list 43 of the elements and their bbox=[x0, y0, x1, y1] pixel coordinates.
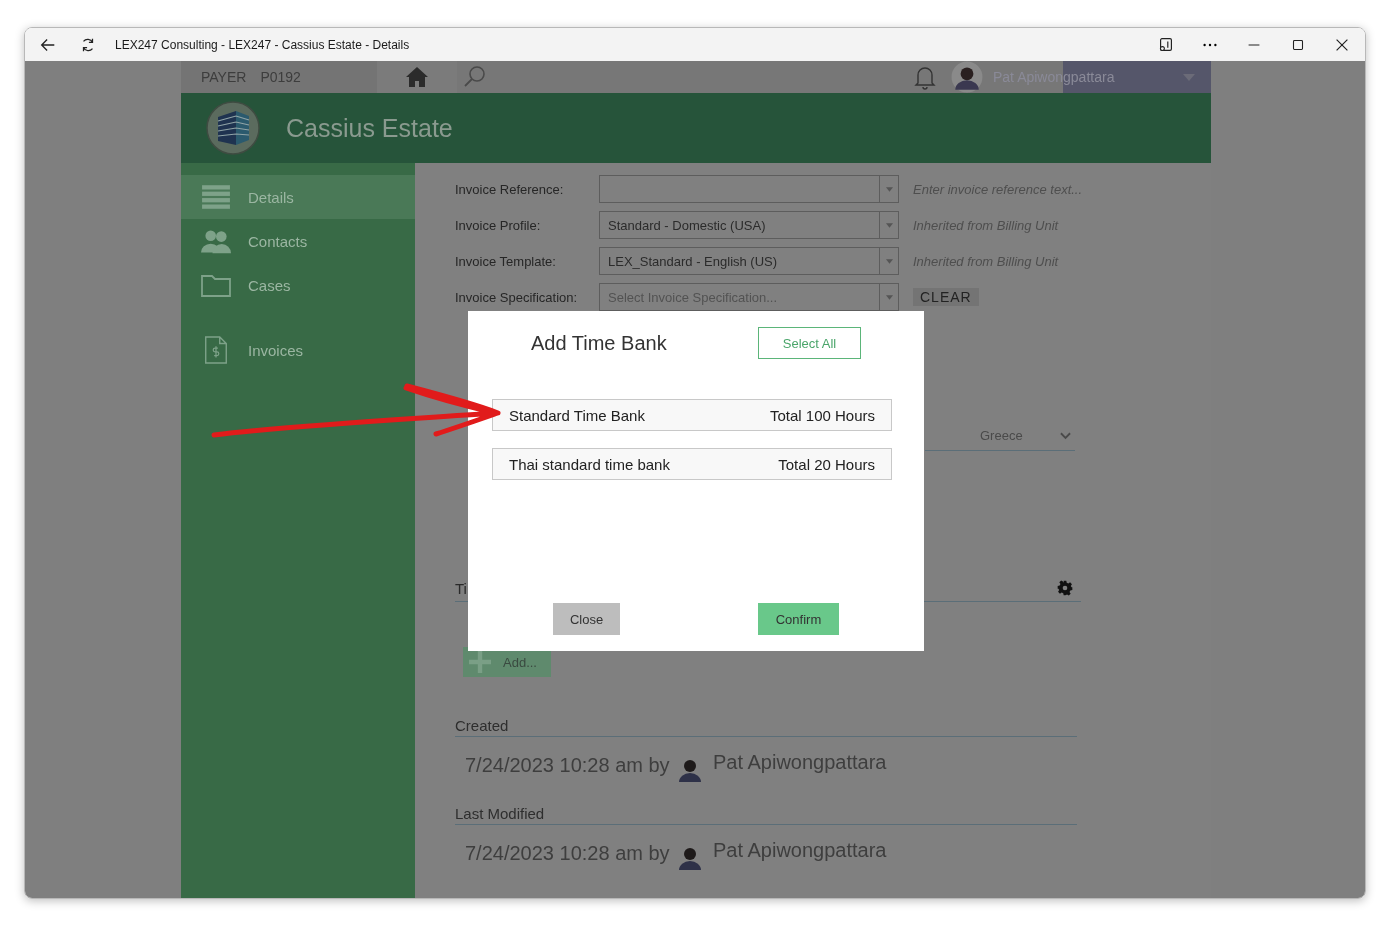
audit-heading: Created bbox=[455, 717, 1077, 737]
select-all-button[interactable]: Select All bbox=[758, 327, 861, 359]
estate-title: Cassius Estate bbox=[286, 113, 453, 143]
plus-icon bbox=[469, 651, 491, 673]
chevron-icon bbox=[1060, 431, 1071, 440]
dropdown-field[interactable]: Standard - Domestic (USA) bbox=[599, 211, 899, 239]
sidebar-item[interactable]: Contacts bbox=[181, 219, 415, 263]
timestamp: 7/24/2023 10:28 am by bbox=[465, 753, 671, 777]
caret-icon bbox=[885, 186, 893, 192]
payer-label: PAYER bbox=[201, 69, 247, 85]
notification-bell-icon[interactable] bbox=[913, 64, 937, 90]
field-label: Invoice Specification: bbox=[455, 289, 579, 305]
user-name: Pat Apiwongpattara bbox=[713, 838, 887, 862]
settings-icon[interactable] bbox=[1057, 580, 1073, 596]
home-icon bbox=[405, 66, 429, 88]
user-name: Pat Apiwongpattara bbox=[713, 750, 887, 774]
time-bank-item[interactable]: Thai standard time bank Total 20 Hours bbox=[492, 448, 892, 480]
field-label: Invoice Reference: bbox=[455, 181, 565, 197]
people-icon bbox=[201, 227, 231, 255]
app-view-icon[interactable] bbox=[1157, 35, 1175, 54]
field-label: Invoice Template: bbox=[455, 253, 557, 269]
window-title: LEX247 Consulting - LEX247 - Cassius Estate - Details bbox=[115, 37, 410, 52]
clear-button[interactable]: CLEAR bbox=[913, 288, 979, 306]
avatar-icon bbox=[951, 61, 983, 93]
timestamp: 7/24/2023 10:28 am by bbox=[465, 841, 671, 865]
sidebar-item[interactable]: Invoices bbox=[181, 328, 415, 372]
close-button[interactable]: Close bbox=[553, 603, 620, 635]
confirm-button[interactable]: Confirm bbox=[758, 603, 839, 635]
dropdown-field[interactable]: LEX_Standard - English (US) bbox=[599, 247, 899, 275]
sidebar-item[interactable]: Details bbox=[181, 175, 415, 219]
payer-id: P0192 bbox=[260, 69, 301, 85]
sidebar-item[interactable]: Cases bbox=[181, 263, 415, 307]
caret-icon bbox=[885, 258, 893, 264]
time-bank-item[interactable]: Standard Time Bank Total 100 Hours bbox=[492, 399, 892, 431]
home-button[interactable] bbox=[377, 61, 457, 93]
caret-icon bbox=[885, 222, 893, 228]
caret-icon bbox=[885, 294, 893, 300]
section-title: Ti bbox=[455, 579, 467, 597]
list-icon bbox=[201, 183, 231, 211]
dialog-title: Add Time Bank bbox=[531, 331, 667, 355]
field-label: Invoice Profile: bbox=[455, 217, 542, 233]
building-logo bbox=[206, 101, 260, 155]
audit-heading: Last Modified bbox=[455, 805, 1077, 825]
